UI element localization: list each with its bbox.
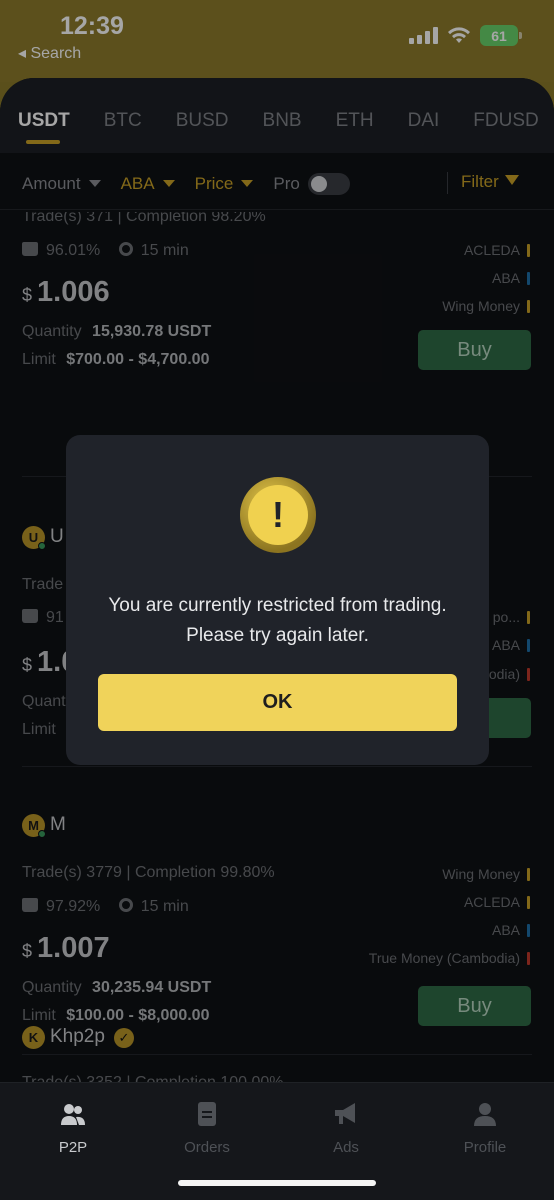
nav-label: Orders <box>184 1139 230 1156</box>
dialog-message: You are currently restricted from tradin… <box>108 595 447 646</box>
document-icon <box>198 1102 216 1126</box>
ok-button[interactable]: OK <box>98 674 457 731</box>
restriction-dialog: ! You are currently restricted from trad… <box>66 435 489 765</box>
nav-label: P2P <box>58 1139 88 1156</box>
nav-label: Ads <box>333 1139 359 1156</box>
people-icon <box>61 1104 85 1125</box>
nav-ads[interactable]: Ads <box>301 1101 391 1156</box>
warning-icon: ! <box>240 477 316 553</box>
nav-p2p[interactable]: P2P <box>28 1101 118 1156</box>
home-indicator[interactable] <box>178 1180 376 1186</box>
nav-profile[interactable]: Profile <box>440 1101 530 1156</box>
nav-label: Profile <box>463 1139 507 1156</box>
exclamation-icon: ! <box>248 485 308 545</box>
profile-icon <box>474 1103 496 1126</box>
nav-orders[interactable]: Orders <box>162 1101 252 1156</box>
megaphone-icon <box>335 1103 355 1124</box>
